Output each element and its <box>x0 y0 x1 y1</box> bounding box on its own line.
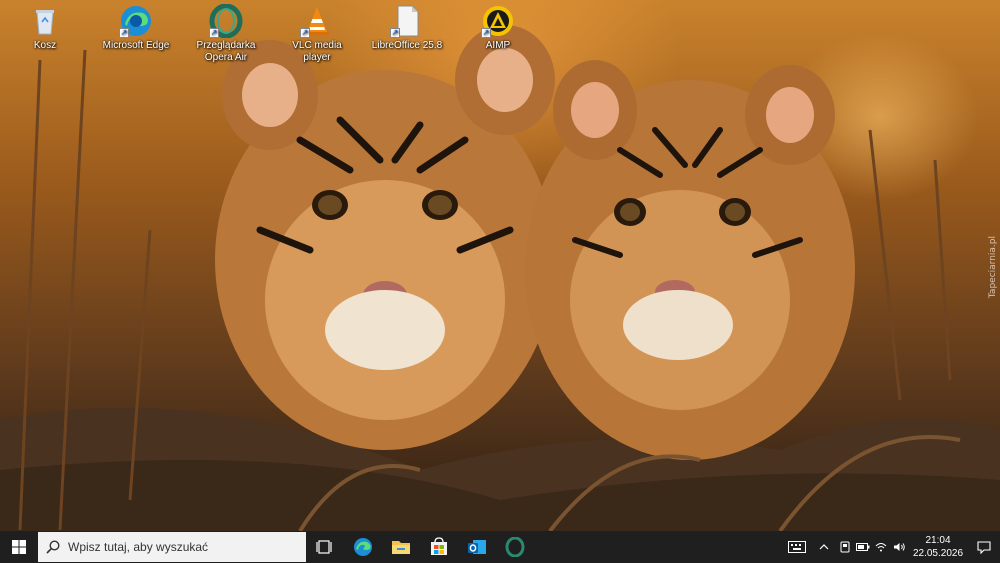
shortcut-arrow-icon: ↗ <box>300 28 310 38</box>
desktop-icon-aimp[interactable]: ↗ AIMP <box>459 4 537 52</box>
desktop-icon-recycle-bin[interactable]: Kosz <box>6 4 84 52</box>
tray-battery[interactable] <box>854 531 872 563</box>
desktop-icon-label: VLC media player <box>292 40 342 63</box>
keyboard-icon <box>788 541 806 553</box>
opera-icon <box>505 537 525 557</box>
shortcut-arrow-icon: ↗ <box>119 28 129 38</box>
network-icon <box>875 543 887 552</box>
search-icon <box>46 540 60 554</box>
battery-icon <box>856 543 870 551</box>
desktop-icon-libreoffice[interactable]: ↗ LibreOffice 25.8 <box>368 4 446 52</box>
taskbar-clock[interactable]: 21:04 22.05.2026 <box>908 534 968 560</box>
volume-icon <box>893 543 905 551</box>
tray-volume[interactable] <box>890 531 908 563</box>
taskbar-edge[interactable] <box>344 531 382 563</box>
shortcut-arrow-icon: ↗ <box>390 28 400 38</box>
tray-network[interactable] <box>872 531 890 563</box>
outlook-icon <box>468 540 486 554</box>
search-placeholder: Wpisz tutaj, aby wyszukać <box>68 540 209 554</box>
task-view-icon <box>316 540 332 554</box>
system-tray: 21:04 22.05.2026 <box>782 531 1000 563</box>
tray-show-hidden[interactable] <box>812 531 836 563</box>
taskbar-opera[interactable] <box>496 531 534 563</box>
notification-center-button[interactable] <box>968 531 1000 563</box>
chevron-up-icon <box>819 544 829 550</box>
taskbar-search-box[interactable]: Wpisz tutaj, aby wyszukać <box>38 532 306 562</box>
desktop-icon-label: Przeglądarka Opera Air <box>196 40 256 63</box>
desktop-icon-label: LibreOffice 25.8 <box>371 40 443 51</box>
desktop-wallpaper: Tapeciarnia.pl <box>0 0 1000 531</box>
shortcut-arrow-icon: ↗ <box>481 28 491 38</box>
taskbar: Wpisz tutaj, aby wyszukać 21:04 22.05.20… <box>0 531 1000 563</box>
device-icon <box>840 541 850 553</box>
taskbar-task-view[interactable] <box>306 531 344 563</box>
shortcut-arrow-icon: ↗ <box>209 28 219 38</box>
watermark: Tapeciarnia.pl <box>988 236 998 299</box>
tray-device[interactable] <box>836 531 854 563</box>
desktop-icon-label: AIMP <box>485 40 511 51</box>
recycle-bin-icon <box>36 10 54 35</box>
tray-keyboard[interactable] <box>782 531 812 563</box>
clock-time: 21:04 <box>925 535 951 546</box>
start-button[interactable] <box>0 531 38 563</box>
tiger-cubs-image <box>0 25 1000 531</box>
desktop-icon-vlc[interactable]: ↗ VLC media player <box>278 4 356 64</box>
taskbar-store[interactable] <box>420 531 458 563</box>
taskbar-file-explorer[interactable] <box>382 531 420 563</box>
notification-icon <box>977 540 991 554</box>
taskbar-outlook[interactable] <box>458 531 496 563</box>
desktop-icon-edge[interactable]: ↗ Microsoft Edge <box>97 4 175 52</box>
desktop-icon-opera-air[interactable]: ↗ Przeglądarka Opera Air <box>187 3 265 64</box>
edge-icon <box>354 538 372 556</box>
store-icon <box>431 537 447 555</box>
clock-date: 22.05.2026 <box>912 548 964 559</box>
desktop-icon-label: Kosz <box>33 40 57 51</box>
file-explorer-icon <box>392 541 410 554</box>
windows-logo-icon <box>12 540 26 554</box>
desktop-icon-label: Microsoft Edge <box>102 40 170 51</box>
